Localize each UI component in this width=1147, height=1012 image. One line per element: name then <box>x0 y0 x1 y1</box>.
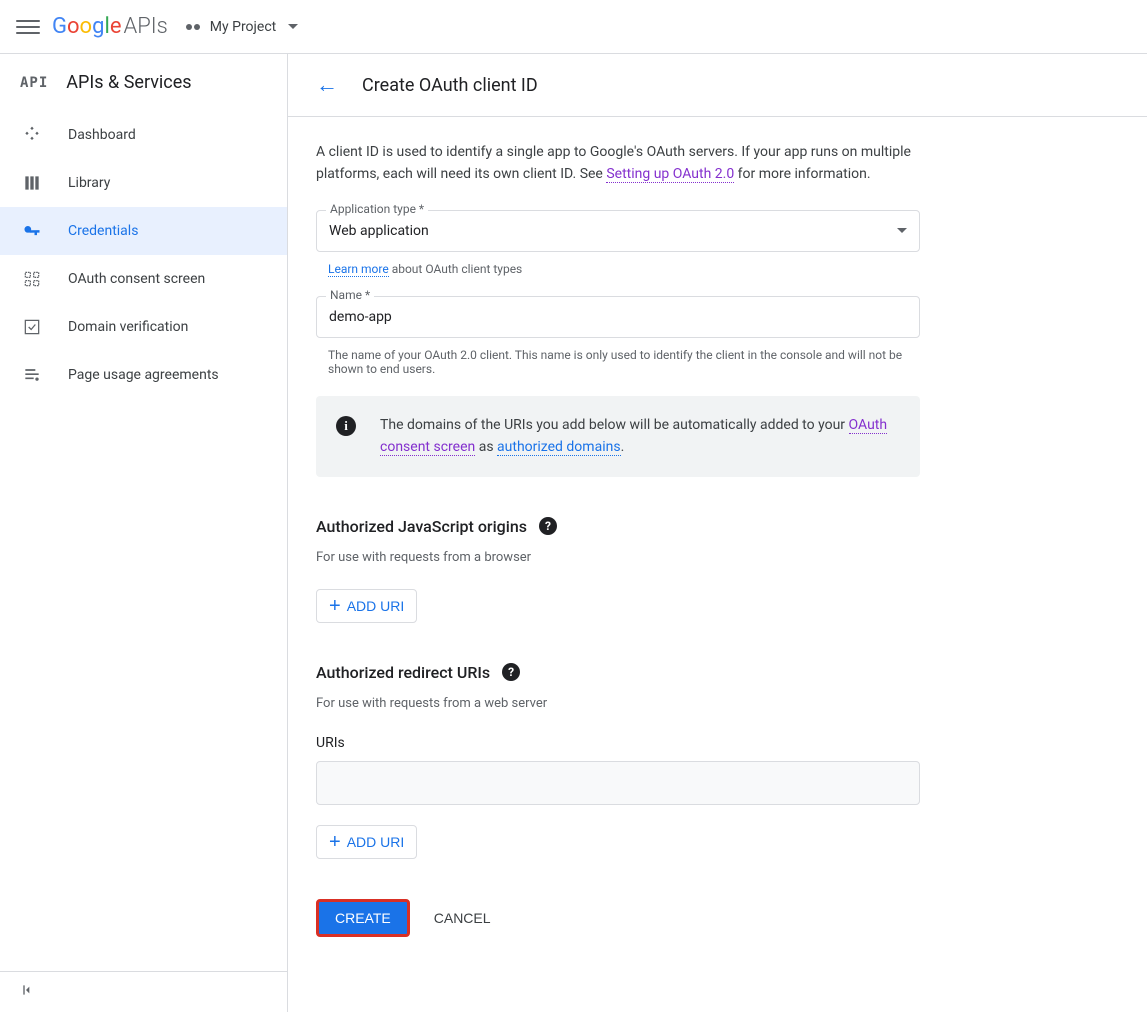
info-box: i The domains of the URIs you add below … <box>316 396 920 477</box>
sidebar-header: API APIs & Services <box>0 54 287 111</box>
dashboard-icon <box>20 123 44 147</box>
learn-more-link[interactable]: Learn more <box>328 262 389 277</box>
top-bar: Google APIs My Project <box>0 0 1147 54</box>
name-label: Name * <box>326 288 374 302</box>
key-icon <box>20 219 44 243</box>
info-icon: i <box>336 416 356 436</box>
menu-icon[interactable] <box>16 15 40 39</box>
dropdown-arrow-icon <box>288 24 298 29</box>
project-picker[interactable]: My Project <box>186 18 298 36</box>
main-content: ← Create OAuth client ID A client ID is … <box>288 54 1147 1012</box>
form-actions: CREATE CANCEL <box>316 899 920 937</box>
logo-apis-text: APIs <box>123 14 167 39</box>
agreements-icon <box>20 363 44 387</box>
name-helper: The name of your OAuth 2.0 client. This … <box>316 344 920 376</box>
js-origins-section: Authorized JavaScript origins ? For use … <box>316 517 920 623</box>
plus-icon: + <box>329 832 341 852</box>
sidebar-item-page-usage[interactable]: Page usage agreements <box>0 351 287 399</box>
sidebar-item-label: Credentials <box>68 223 138 239</box>
sidebar-item-domain-verification[interactable]: Domain verification <box>0 303 287 351</box>
name-field-wrap: Name * <box>316 296 920 338</box>
plus-icon: + <box>329 596 341 616</box>
sidebar-item-dashboard[interactable]: Dashboard <box>0 111 287 159</box>
sidebar-item-library[interactable]: Library <box>0 159 287 207</box>
google-apis-logo[interactable]: Google APIs <box>52 14 168 39</box>
sidebar-item-label: Page usage agreements <box>68 367 219 383</box>
app-type-helper: Learn more about OAuth client types <box>316 258 920 276</box>
create-button[interactable]: CREATE <box>316 899 410 937</box>
cancel-button[interactable]: CANCEL <box>430 902 495 934</box>
authorized-domains-link[interactable]: authorized domains <box>497 439 621 456</box>
add-js-origin-uri-button[interactable]: + ADD URI <box>316 589 417 623</box>
sidebar-item-label: Dashboard <box>68 127 136 143</box>
uris-label: URIs <box>316 735 920 751</box>
chevron-down-icon <box>897 228 907 233</box>
main-header: ← Create OAuth client ID <box>288 54 1147 117</box>
help-icon[interactable]: ? <box>502 663 520 681</box>
verified-icon <box>20 315 44 339</box>
sidebar: API APIs & Services Dashboard Library Cr… <box>0 54 288 1012</box>
redirect-uris-sub: For use with requests from a web server <box>316 696 920 711</box>
application-type-label: Application type * <box>326 202 428 216</box>
name-input[interactable] <box>316 296 920 338</box>
api-badge: API <box>20 75 48 91</box>
sidebar-item-label: Domain verification <box>68 319 188 335</box>
sidebar-item-label: Library <box>68 175 110 191</box>
application-type-field: Application type * Web application <box>316 210 920 252</box>
sidebar-nav: Dashboard Library Credentials OAuth cons… <box>0 111 287 971</box>
application-type-value: Web application <box>329 223 429 239</box>
add-redirect-uri-button[interactable]: + ADD URI <box>316 825 417 859</box>
project-icon <box>186 18 204 36</box>
setting-up-oauth-link[interactable]: Setting up OAuth 2.0 <box>606 166 734 183</box>
js-origins-title: Authorized JavaScript origins <box>316 517 527 536</box>
sidebar-title: APIs & Services <box>66 72 191 93</box>
sidebar-item-credentials[interactable]: Credentials <box>0 207 287 255</box>
page-title: Create OAuth client ID <box>362 75 538 96</box>
page-description: A client ID is used to identify a single… <box>316 141 920 186</box>
help-icon[interactable]: ? <box>539 517 557 535</box>
js-origins-sub: For use with requests from a browser <box>316 550 920 565</box>
back-arrow-icon[interactable]: ← <box>316 72 338 98</box>
redirect-uris-title: Authorized redirect URIs <box>316 663 490 682</box>
redirect-uri-input[interactable] <box>316 761 920 805</box>
sidebar-item-label: OAuth consent screen <box>68 271 205 287</box>
sidebar-item-oauth-consent[interactable]: OAuth consent screen <box>0 255 287 303</box>
library-icon <box>20 171 44 195</box>
consent-icon <box>20 267 44 291</box>
redirect-uris-section: Authorized redirect URIs ? For use with … <box>316 663 920 859</box>
info-text: The domains of the URIs you add below wi… <box>380 414 900 459</box>
application-type-select[interactable]: Web application <box>316 210 920 252</box>
collapse-sidebar-button[interactable] <box>0 971 287 1012</box>
project-name: My Project <box>210 19 276 35</box>
